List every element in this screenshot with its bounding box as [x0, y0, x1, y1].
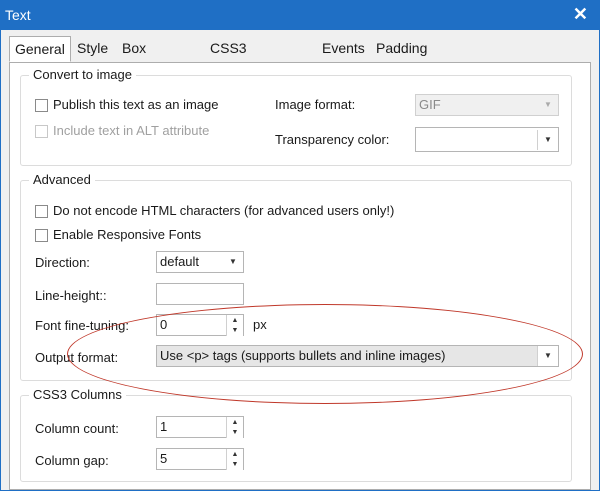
- responsive-fonts-label: Enable Responsive Fonts: [53, 227, 202, 242]
- column-count-value: 1: [160, 419, 168, 434]
- line-height-input[interactable]: [156, 283, 244, 305]
- spin-down-icon[interactable]: ▼: [226, 325, 243, 336]
- column-count-label: Column count:: [35, 421, 119, 436]
- title-bar: Text ✕: [0, 0, 600, 30]
- css3-columns-legend: CSS3 Columns: [29, 387, 126, 402]
- output-format-select[interactable]: Use <p> tags (supports bullets and inlin…: [156, 345, 559, 367]
- font-fine-tuning-value: 0: [160, 317, 168, 332]
- output-format-value: Use <p> tags (supports bullets and inlin…: [160, 348, 446, 363]
- font-fine-tuning-input[interactable]: 0 ▲ ▼: [156, 314, 244, 336]
- image-format-label: Image format:: [275, 97, 356, 112]
- transparency-color-label: Transparency color:: [275, 132, 390, 147]
- include-alt-checkbox[interactable]: [35, 125, 48, 138]
- tab-box-shadow[interactable]: Box Shadow: [117, 38, 178, 76]
- image-format-select[interactable]: GIF ▼: [415, 94, 559, 116]
- chevron-down-icon: ▼: [537, 346, 558, 366]
- output-format-label: Output format:: [35, 350, 119, 365]
- dialog-window: General Style Box Shadow CSS3 Animation …: [0, 30, 600, 491]
- spin-down-icon[interactable]: ▼: [226, 427, 243, 438]
- image-format-value: GIF: [419, 97, 441, 112]
- tab-padding[interactable]: Padding: [371, 38, 432, 58]
- transparency-color-picker[interactable]: ▼: [415, 127, 559, 152]
- convert-to-image-legend: Convert to image: [29, 67, 136, 82]
- no-encode-html-checkbox[interactable]: [35, 205, 48, 218]
- chevron-down-icon: ▼: [544, 100, 552, 109]
- spin-down-icon[interactable]: ▼: [226, 459, 243, 470]
- font-fine-tuning-label: Font fine-tuning:: [35, 318, 129, 333]
- chevron-down-icon: ▼: [537, 130, 558, 150]
- advanced-group: Advanced Do not encode HTML characters (…: [20, 172, 572, 381]
- include-alt-label: Include text in ALT attribute: [53, 123, 210, 138]
- direction-value: default: [160, 254, 200, 269]
- column-gap-input[interactable]: 5 ▲ ▼: [156, 448, 244, 470]
- convert-to-image-group: Convert to image Publish this text as an…: [20, 67, 572, 166]
- column-gap-label: Column gap:: [35, 453, 109, 468]
- column-gap-value: 5: [160, 451, 168, 466]
- tab-events[interactable]: Events: [317, 38, 370, 58]
- direction-label: Direction:: [35, 255, 90, 270]
- chevron-down-icon: ▼: [229, 257, 237, 266]
- font-fine-tuning-unit: px: [253, 317, 267, 332]
- column-count-input[interactable]: 1 ▲ ▼: [156, 416, 244, 438]
- no-encode-html-label: Do not encode HTML characters (for advan…: [53, 203, 395, 218]
- direction-select[interactable]: default ▼: [156, 251, 244, 273]
- tab-style[interactable]: Style: [72, 38, 113, 58]
- publish-as-image-checkbox[interactable]: [35, 99, 48, 112]
- tab-general[interactable]: General: [9, 36, 71, 62]
- publish-as-image-label: Publish this text as an image: [53, 97, 219, 112]
- css3-columns-group: CSS3 Columns Column count: 1 ▲ ▼ Column …: [20, 387, 572, 482]
- tab-css3-animation[interactable]: CSS3 Animation: [205, 38, 277, 76]
- responsive-fonts-checkbox[interactable]: [35, 229, 48, 242]
- line-height-label: Line-height::: [35, 288, 107, 303]
- close-icon[interactable]: ✕: [573, 4, 588, 25]
- general-panel: Convert to image Publish this text as an…: [9, 62, 591, 490]
- advanced-legend: Advanced: [29, 172, 95, 187]
- window-title: Text: [5, 7, 31, 23]
